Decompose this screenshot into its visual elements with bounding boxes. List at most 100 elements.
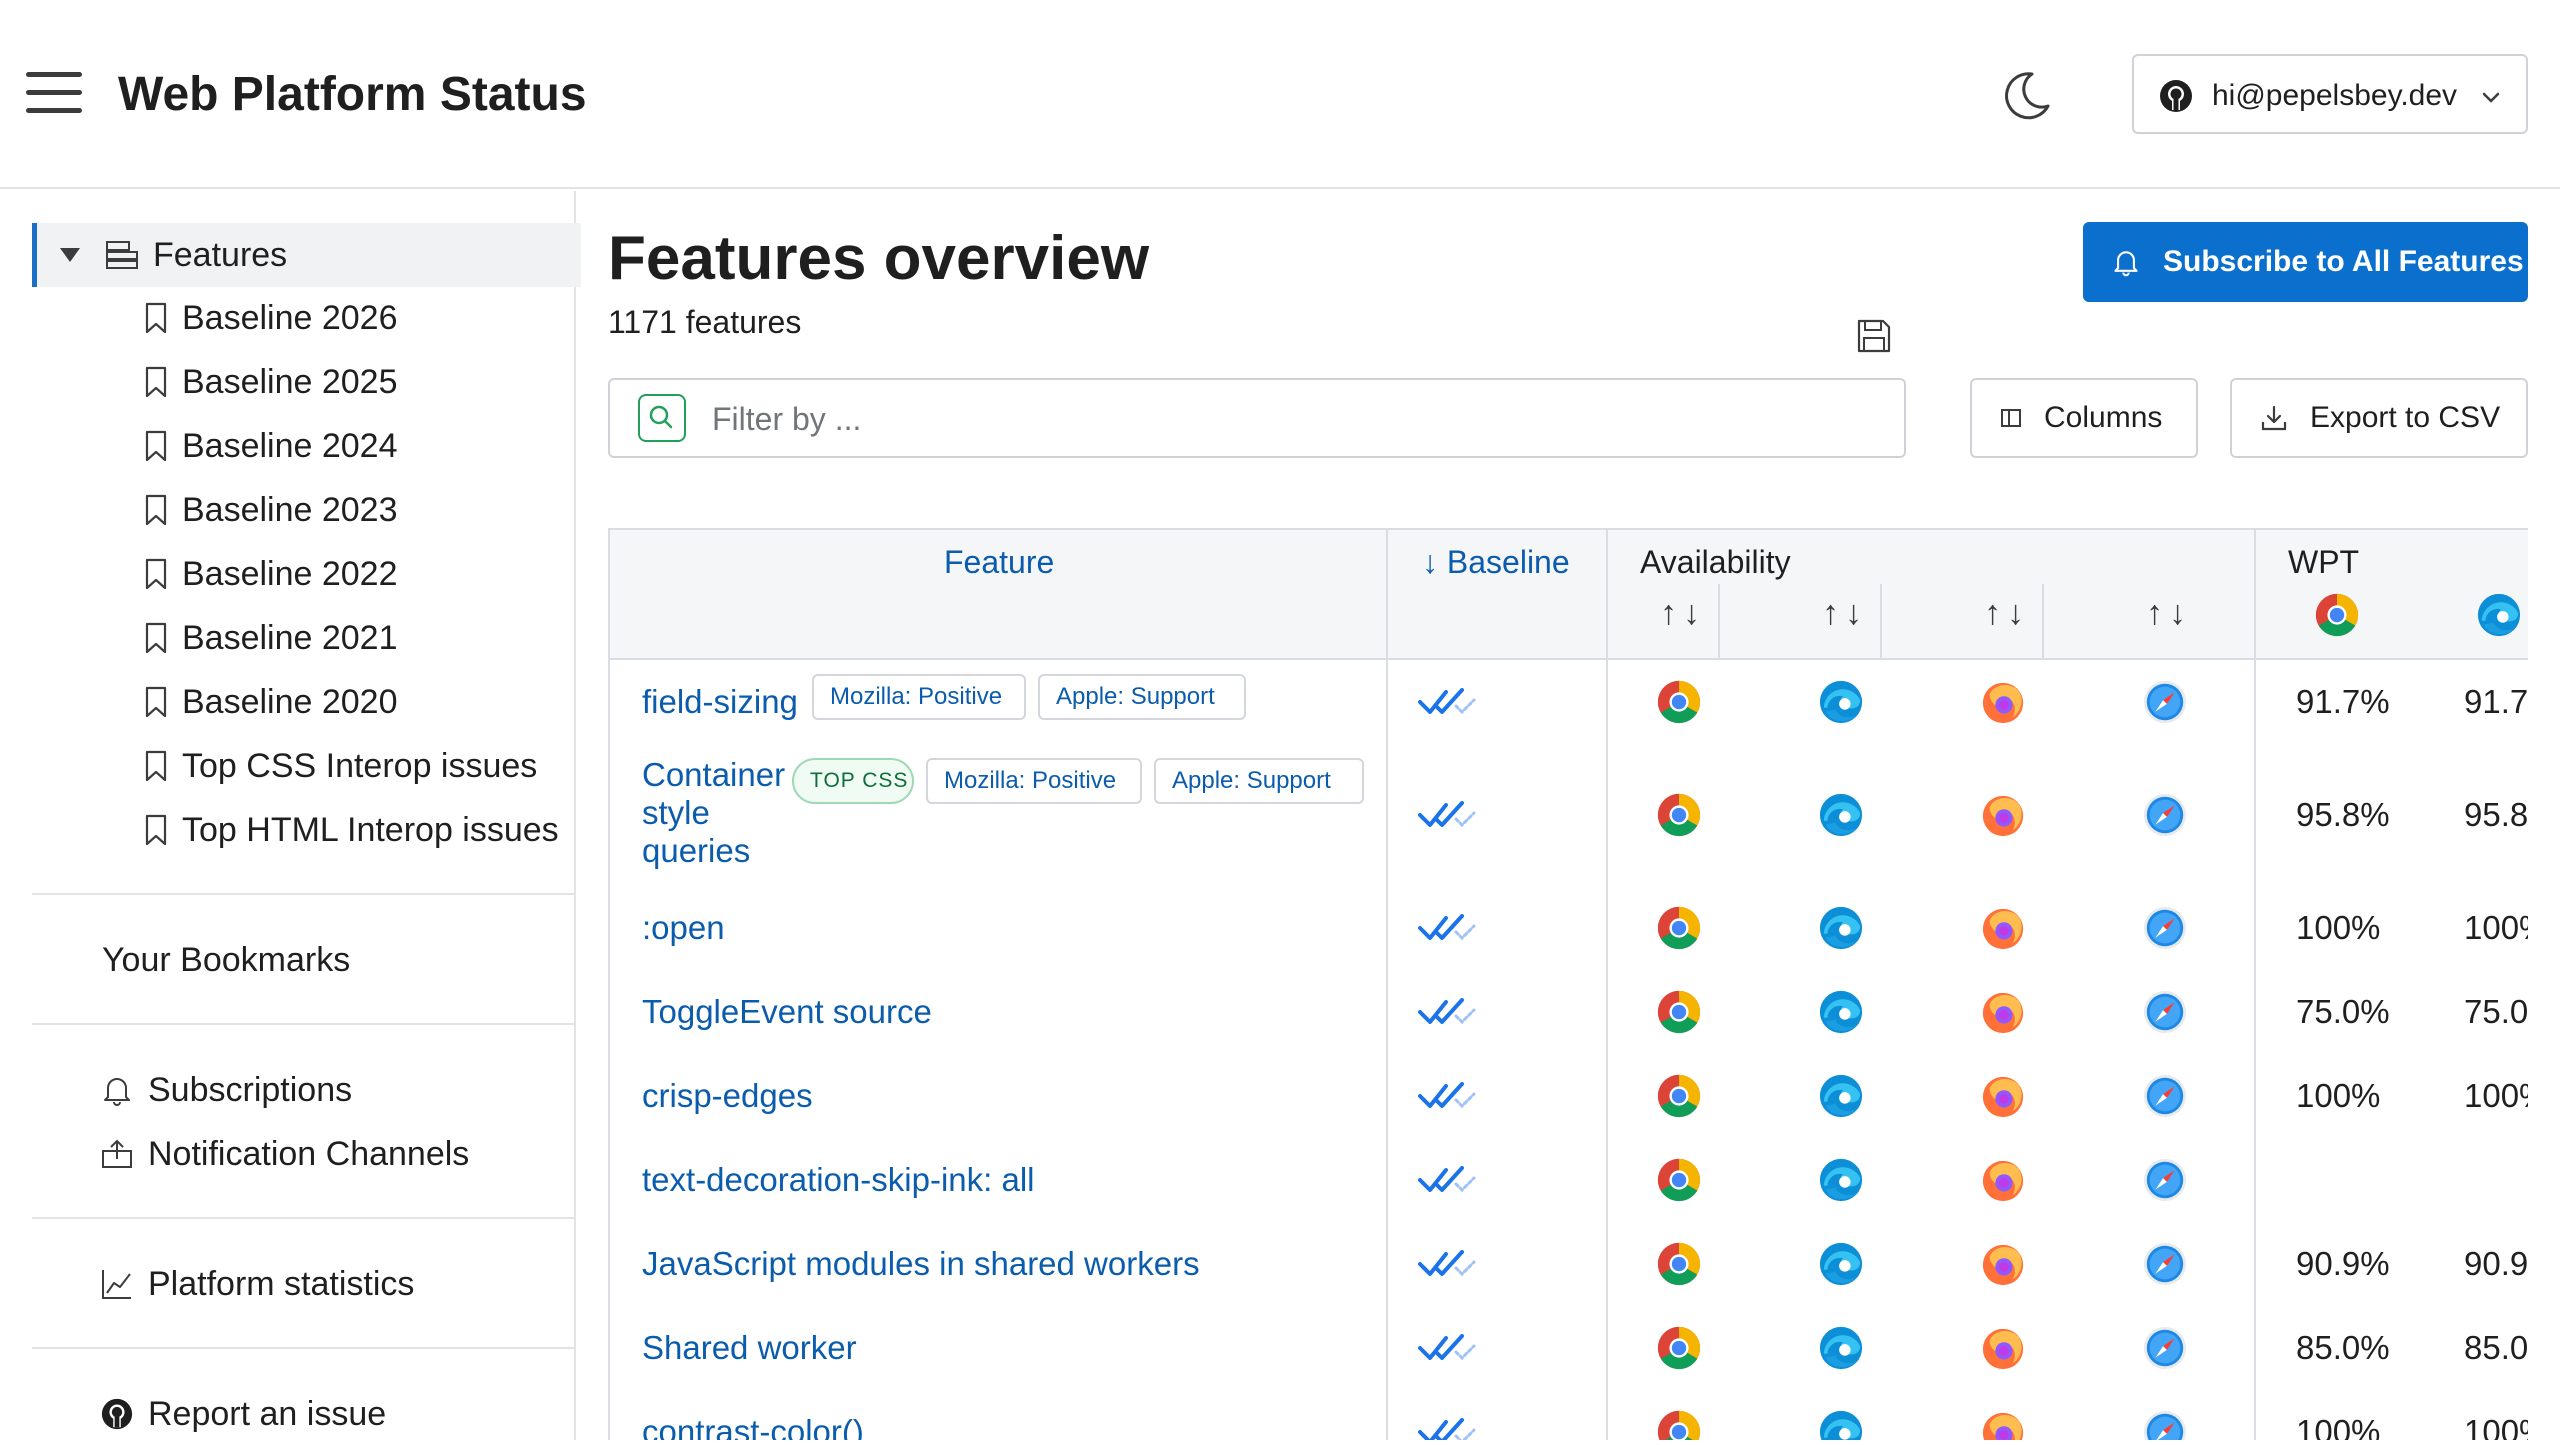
edge-icon (1818, 1073, 1864, 1119)
sidebar-item-label: Baseline 2024 (182, 426, 398, 465)
sidebar-item-label: Baseline 2021 (182, 618, 398, 657)
search-input[interactable] (710, 394, 1864, 444)
sort-chrome-button[interactable]: ↑↓ (1660, 594, 1706, 633)
menu-icon[interactable] (26, 70, 82, 116)
features-icon (106, 241, 138, 269)
firefox-icon (1980, 679, 2026, 725)
sidebar-item-baseline-2026[interactable]: Baseline 2026 (144, 287, 398, 349)
sidebar-item-label: Baseline 2023 (182, 490, 398, 529)
table-row: ToggleEvent source 75.0% 75.0% (610, 970, 2528, 1056)
feature-name-link[interactable]: style (642, 794, 710, 832)
columns-icon (2001, 409, 2021, 427)
safari-icon (2142, 679, 2188, 725)
chrome-icon (2314, 592, 2360, 638)
table-row: contrast-color() 100% 100% (610, 1390, 2528, 1440)
feature-name-link[interactable]: text-decoration-skip-ink: all (642, 1161, 1035, 1199)
table-row: :open 100% 100% (610, 886, 2528, 972)
feature-name-link[interactable]: Container (642, 756, 785, 794)
github-icon (101, 1398, 133, 1430)
sort-safari-button[interactable]: ↑↓ (2146, 594, 2192, 633)
bookmark-icon (144, 366, 168, 398)
vendor-position-chip[interactable]: Apple: Support (1154, 758, 1364, 804)
edge-icon (1818, 1409, 1864, 1440)
sidebar-item-label: Top HTML Interop issues (182, 810, 559, 849)
top-css-badge[interactable]: TOP CSS (792, 758, 914, 804)
vendor-position-chip[interactable]: Mozilla: Positive (812, 674, 1026, 720)
sidebar-item-baseline-2020[interactable]: Baseline 2020 (144, 671, 398, 733)
table-header: Feature ↓ Baseline Availability WPT ↑↓ ↑… (610, 530, 2528, 660)
column-divider (1880, 584, 1882, 658)
sidebar-item-baseline-2025[interactable]: Baseline 2025 (144, 351, 398, 413)
sort-edge-button[interactable]: ↑↓ (1822, 594, 1868, 633)
edge-icon (1818, 679, 1864, 725)
columns-button[interactable]: Columns (1970, 378, 2198, 458)
sidebar-item-baseline-2022[interactable]: Baseline 2022 (144, 543, 398, 605)
vendor-position-chip[interactable]: Apple: Support (1038, 674, 1246, 720)
firefox-icon (1980, 792, 2026, 838)
feature-name-link[interactable]: field-sizing (642, 683, 798, 721)
column-divider (2042, 584, 2044, 658)
feature-name-link[interactable]: contrast-color() (642, 1413, 864, 1440)
sidebar-item-notification-channels[interactable]: Notification Channels (100, 1123, 469, 1185)
sort-firefox-button[interactable]: ↑↓ (1984, 594, 2030, 633)
sidebar-item-baseline-2021[interactable]: Baseline 2021 (144, 607, 398, 669)
column-divider (1606, 530, 1608, 1440)
subscribe-all-button[interactable]: Subscribe to All Features (2083, 222, 2528, 302)
safari-icon (2142, 989, 2188, 1035)
sidebar-item-baseline-2023[interactable]: Baseline 2023 (144, 479, 398, 541)
chrome-icon (1656, 1073, 1702, 1119)
edge-icon (1818, 1325, 1864, 1371)
column-divider (2254, 530, 2256, 1440)
table-row: text-decoration-skip-ink: all (610, 1138, 2528, 1224)
column-divider (1386, 530, 1388, 1440)
sidebar-item-features[interactable]: Features (32, 223, 581, 287)
search-box[interactable] (608, 378, 1906, 458)
user-menu-button[interactable]: hi@pepelsbey.dev (2132, 54, 2528, 134)
table-row: crisp-edges 100% 100% (610, 1054, 2528, 1140)
sidebar-item-platform-statistics[interactable]: Platform statistics (100, 1253, 414, 1315)
sidebar-item-baseline-2024[interactable]: Baseline 2024 (144, 415, 398, 477)
share-icon (102, 1139, 132, 1168)
wpt-chrome-score: 91.7% (2296, 683, 2390, 720)
firefox-icon (1980, 989, 2026, 1035)
sidebar-item-bookmarks[interactable]: Your Bookmarks (102, 929, 350, 991)
feature-name-link[interactable]: ToggleEvent source (642, 993, 932, 1031)
moon-icon[interactable] (1996, 66, 2056, 126)
baseline-check-icon (1416, 994, 1478, 1030)
sidebar-item-label: Baseline 2022 (182, 554, 398, 593)
column-header-feature[interactable]: Feature (944, 542, 1054, 582)
wpt-edge-score: 100% (2464, 909, 2528, 946)
sidebar-item-top-html-interop[interactable]: Top HTML Interop issues (144, 799, 559, 861)
sidebar-item-subscriptions[interactable]: Subscriptions (100, 1059, 352, 1121)
caret-down-icon[interactable] (59, 247, 81, 263)
sidebar-item-top-css-interop[interactable]: Top CSS Interop issues (144, 735, 537, 797)
feature-name-link[interactable]: crisp-edges (642, 1077, 813, 1115)
sidebar-item-report-issue[interactable]: Report an issue (100, 1383, 386, 1445)
column-divider (1718, 584, 1720, 658)
features-table: Feature ↓ Baseline Availability WPT ↑↓ ↑… (608, 528, 2528, 1440)
wpt-edge-score: 95.8% (2464, 796, 2528, 833)
bookmark-icon (144, 494, 168, 526)
vendor-position-chip[interactable]: Mozilla: Positive (926, 758, 1142, 804)
download-icon (2261, 405, 2287, 431)
chrome-icon (1656, 905, 1702, 951)
feature-name-link[interactable]: queries (642, 832, 750, 870)
edge-icon (1818, 1157, 1864, 1203)
site-title[interactable]: Web Platform Status (118, 66, 587, 124)
export-csv-button[interactable]: Export to CSV (2230, 378, 2528, 458)
feature-name-link[interactable]: JavaScript modules in shared workers (642, 1245, 1200, 1283)
sidebar: Features Baseline 2026 Baseline 2025 Bas… (0, 191, 581, 1440)
save-icon[interactable] (1856, 318, 1892, 354)
chevron-down-icon (2482, 92, 2500, 103)
table-row: Container style queries TOP CSS Mozilla: Pos… (610, 744, 2528, 888)
firefox-icon (1980, 1157, 2026, 1203)
chrome-icon (1656, 1325, 1702, 1371)
feature-name-link[interactable]: Shared worker (642, 1329, 857, 1367)
feature-name-link[interactable]: :open (642, 909, 725, 947)
baseline-check-icon (1416, 1414, 1478, 1440)
column-header-wpt: WPT (2288, 544, 2360, 580)
sidebar-item-label: Baseline 2026 (182, 298, 398, 337)
edge-icon (1818, 905, 1864, 951)
column-header-availability: Availability (1640, 544, 1791, 580)
column-header-baseline[interactable]: ↓ Baseline (1422, 542, 1570, 582)
